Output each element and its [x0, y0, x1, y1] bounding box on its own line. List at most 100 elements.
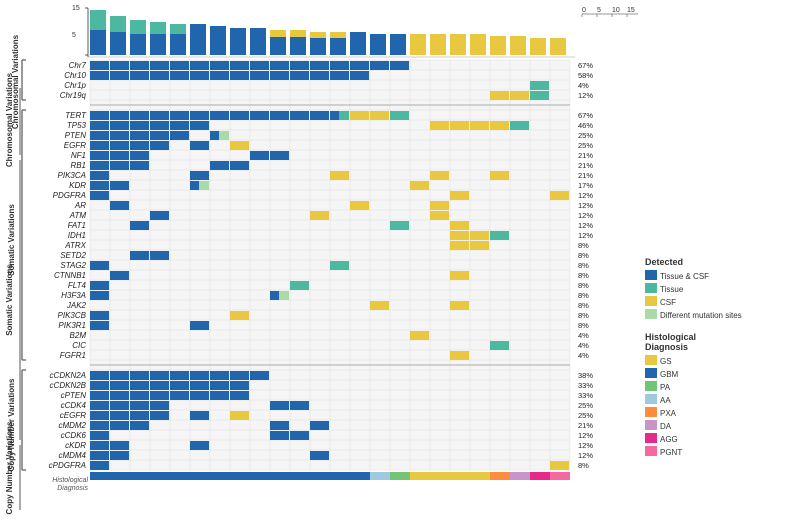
cell-chr7-1: [90, 61, 109, 70]
cell-cpten-6: [190, 391, 209, 400]
bar-7-bottom: [210, 35, 226, 55]
histological-legend-title: Histological: [645, 332, 696, 342]
diag-10: [270, 472, 290, 480]
label-ccdkn2b: cCDKN2B: [50, 381, 87, 390]
cell-h3f3a-2a: [270, 291, 279, 300]
cell-tert-10: [270, 111, 289, 120]
pct-jak2: 8%: [578, 301, 589, 310]
bar-14-bottom: [350, 38, 366, 55]
bar-8: [230, 28, 246, 36]
legend-gs-box: [645, 355, 657, 365]
cell-chr7-10: [270, 61, 289, 70]
bar-24: [550, 38, 566, 40]
cell-ccdkn2b-1: [90, 381, 109, 390]
cell-cmdm2-2: [110, 421, 129, 430]
pct-chr1p: 4%: [578, 81, 589, 90]
label-ccdk6: cCDK6: [61, 431, 87, 440]
pct-egfr: 25%: [578, 141, 593, 150]
pct-cegfr: 25%: [578, 411, 593, 420]
pct-pdgfra: 12%: [578, 191, 593, 200]
diag-2: [110, 472, 130, 480]
legend-da-box: [645, 420, 657, 430]
cell-chr10-5: [170, 71, 189, 80]
cell-kdr-3b: [199, 181, 209, 190]
cell-chr10-1: [90, 71, 109, 80]
diag-21: [490, 472, 510, 480]
legend-gbm-box: [645, 368, 657, 378]
bar-12-bottom: [310, 38, 326, 55]
bar-6-bottom: [190, 34, 206, 55]
label-cic: CIC: [72, 341, 86, 350]
bar-15-bottom: [370, 38, 386, 55]
cell-ccdk4-3: [130, 401, 149, 410]
bar-5-top: [170, 24, 186, 34]
cell-ar-3: [430, 201, 449, 210]
bar-3-top: [130, 20, 146, 34]
legend-agg-box: [645, 433, 657, 443]
cell-pik3ca-1: [90, 171, 109, 180]
bar-4-top: [150, 22, 166, 34]
histological-diagnosis-label2: Diagnosis: [57, 485, 88, 492]
cell-tp53-5: [170, 121, 189, 130]
y-axis-5: 5: [72, 32, 76, 39]
scale-10: 10: [612, 7, 620, 14]
cell-tert-7: [210, 111, 229, 120]
pct-ccdk6: 12%: [578, 431, 593, 440]
bar-20: [470, 34, 486, 38]
cell-chr7-13: [330, 61, 349, 70]
cell-cmdm2-3: [130, 421, 149, 430]
cell-chr19q-3: [530, 91, 549, 100]
cell-egfr-1: [90, 141, 109, 150]
label-chr1p: Chr1p: [64, 81, 86, 90]
pct-cpdgfra: 8%: [578, 461, 589, 470]
cell-flt4-1: [90, 281, 109, 290]
label-pik3cb: PIK3CB: [58, 311, 87, 320]
pct-chr19q: 12%: [578, 91, 593, 100]
legend-aa-box: [645, 394, 657, 404]
cell-ccdkn2b-3: [130, 381, 149, 390]
cell-egfr-3: [130, 141, 149, 150]
cell-chr10-8: [230, 71, 249, 80]
cell-ccdkn2b-6: [190, 381, 209, 390]
label-setd2: SETD2: [60, 251, 86, 260]
cell-idh1-3: [490, 231, 509, 240]
cell-nf1-1: [90, 151, 109, 160]
cell-ccdkn2b-8: [230, 381, 249, 390]
scale-0: 0: [582, 7, 586, 14]
label-ccdkn2a: cCDKN2A: [50, 371, 86, 380]
diag-13: [330, 472, 350, 480]
cell-rb1-3: [130, 161, 149, 170]
label-idh1: IDH1: [68, 231, 86, 240]
cell-ccdkn2b-4: [150, 381, 169, 390]
pct-pik3cb: 8%: [578, 311, 589, 320]
cell-cpten-7: [210, 391, 229, 400]
legend-pa-label: PA: [660, 383, 671, 392]
copynumber-label: Copy Number Variations: [7, 378, 16, 471]
diag-1: [90, 472, 110, 480]
cell-chr7-9: [250, 61, 269, 70]
histological-legend-title2: Diagnosis: [645, 342, 688, 352]
cell-fgfr1-1: [450, 351, 469, 360]
cell-pdgfra-2: [450, 191, 469, 200]
cell-fat1-3: [450, 221, 469, 230]
diag-8: [230, 472, 250, 480]
cell-cmdm2-1: [90, 421, 109, 430]
cell-chr7-4: [150, 61, 169, 70]
cell-pik3cb-2: [230, 311, 249, 320]
cell-chr7-11: [290, 61, 309, 70]
legend-diffmut-label: Different mutation sites: [660, 311, 742, 320]
label-jak2: JAK2: [66, 301, 87, 310]
cell-cegfr-3: [130, 411, 149, 420]
cell-ckdr-3: [190, 441, 209, 450]
bar-11: [290, 30, 306, 37]
cell-tp53-11: [510, 121, 529, 130]
cell-chr7-5: [170, 61, 189, 70]
somatic-label: Somatic Variations: [7, 204, 16, 276]
pct-fgfr1: 4%: [578, 351, 589, 360]
cell-cegfr-1: [90, 411, 109, 420]
cell-tp53-1: [90, 121, 109, 130]
pct-ccdk4: 25%: [578, 401, 593, 410]
cell-cegfr-5: [190, 411, 209, 420]
cell-kdr-1: [90, 181, 109, 190]
cell-fat1-1: [130, 221, 149, 230]
